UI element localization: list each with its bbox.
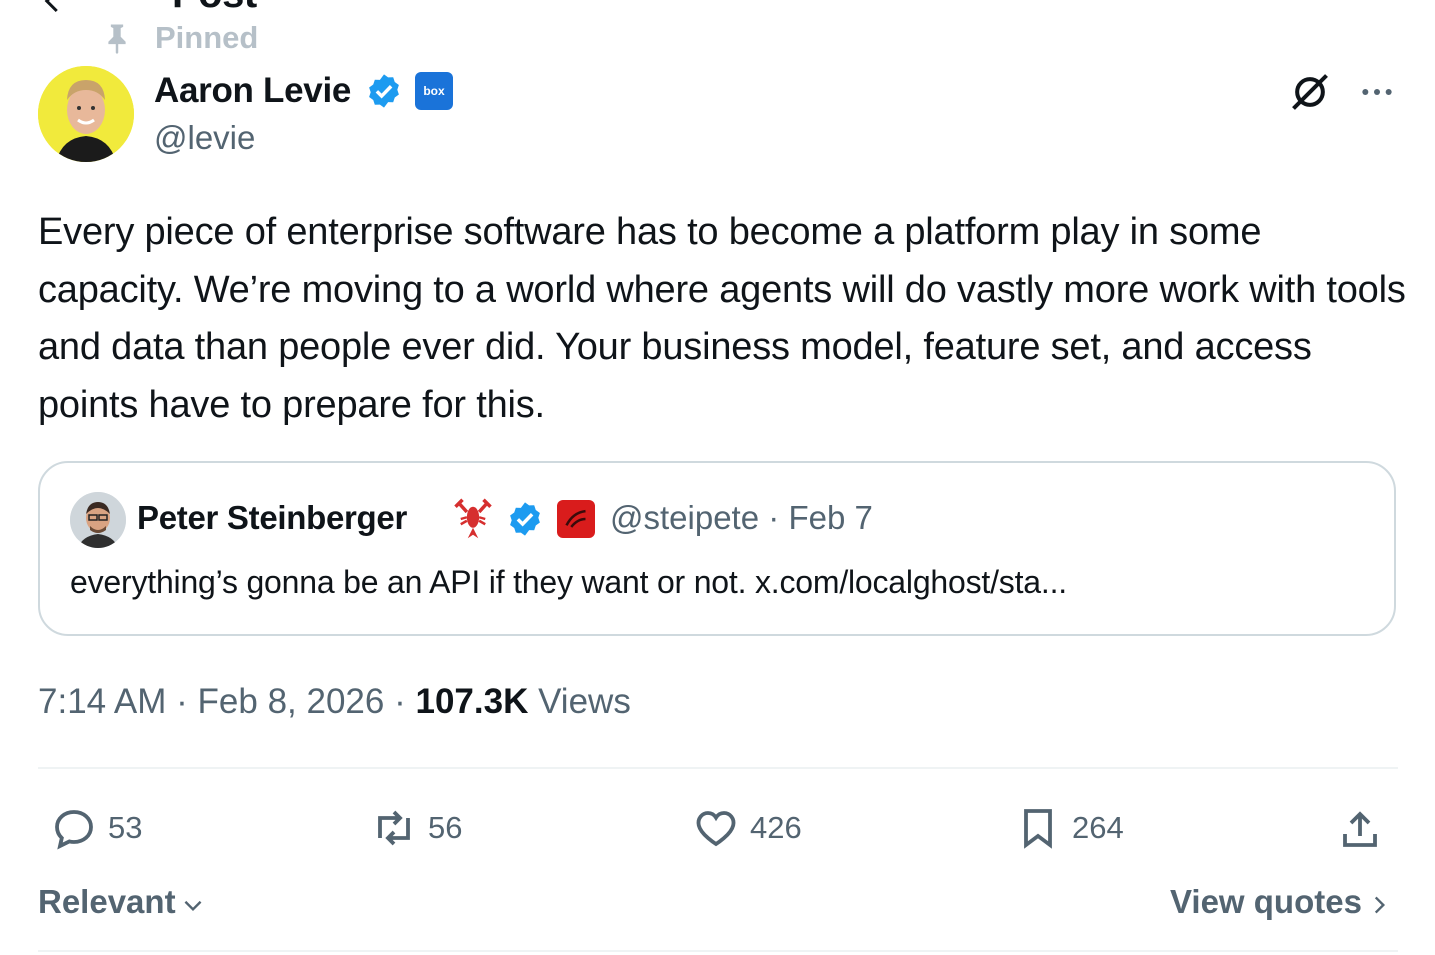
views-label: Views bbox=[538, 682, 631, 721]
author-handle[interactable]: @levie bbox=[154, 119, 255, 156]
quote-author-avatar[interactable] bbox=[70, 492, 126, 548]
verified-icon bbox=[369, 74, 399, 108]
repost-icon bbox=[378, 810, 410, 846]
divider bbox=[38, 767, 1398, 769]
like-icon bbox=[696, 811, 736, 847]
repost-count: 56 bbox=[428, 810, 463, 845]
chevron-down-icon bbox=[184, 901, 201, 912]
share-icon bbox=[1343, 811, 1377, 847]
divider bbox=[38, 950, 1398, 952]
separator: · bbox=[176, 682, 188, 721]
bookmark-button[interactable]: 264 bbox=[1014, 800, 1124, 856]
quote-text: everything’s gonna be an API if they wan… bbox=[70, 564, 1067, 600]
tweet-time[interactable]: 7:14 AM bbox=[38, 682, 166, 721]
bookmark-count: 264 bbox=[1072, 810, 1124, 845]
quote-meta: @steipete · Feb 7 bbox=[610, 499, 873, 536]
like-button[interactable]: 426 bbox=[692, 800, 802, 856]
page-title: Post bbox=[172, 0, 257, 14]
separator: · bbox=[768, 499, 780, 536]
repost-button[interactable]: 56 bbox=[370, 800, 462, 856]
sort-label: Relevant bbox=[38, 883, 176, 920]
reply-button[interactable]: 53 bbox=[50, 800, 142, 856]
sort-dropdown[interactable]: Relevant bbox=[38, 883, 206, 920]
more-icon[interactable] bbox=[1355, 72, 1399, 112]
reply-count: 53 bbox=[108, 810, 143, 845]
affiliate-badge[interactable]: box bbox=[415, 72, 453, 110]
tweet-text: Every piece of enterprise software has t… bbox=[38, 211, 1406, 426]
views-count: 107.3K bbox=[415, 682, 529, 721]
view-quotes-label: View quotes bbox=[1170, 883, 1362, 920]
quote-date[interactable]: Feb 7 bbox=[788, 499, 872, 536]
separator: · bbox=[394, 682, 406, 721]
quote-author-handle[interactable]: @steipete bbox=[610, 499, 759, 536]
tweet-meta: 7:14 AM · Feb 8, 2026 · 107.3K Views bbox=[38, 682, 631, 722]
share-button[interactable] bbox=[1336, 802, 1394, 858]
reply-icon bbox=[55, 810, 93, 850]
bookmark-icon bbox=[1024, 809, 1052, 849]
back-arrow-icon[interactable] bbox=[38, 0, 68, 16]
quote-author-name[interactable]: Peter Steinberger bbox=[137, 499, 407, 536]
pin-icon bbox=[108, 24, 126, 54]
quote-affiliate-badge[interactable] bbox=[557, 500, 595, 538]
chevron-right-icon bbox=[1374, 896, 1385, 914]
author-avatar[interactable] bbox=[38, 66, 134, 162]
tweet-date[interactable]: Feb 8, 2026 bbox=[198, 682, 385, 721]
grok-icon[interactable] bbox=[1288, 70, 1332, 114]
like-count: 426 bbox=[750, 810, 802, 845]
quote-card[interactable] bbox=[38, 461, 1396, 636]
verified-icon bbox=[510, 502, 540, 536]
lobster-icon bbox=[454, 498, 492, 539]
author-name[interactable]: Aaron Levie bbox=[154, 71, 351, 111]
view-quotes-link[interactable]: View quotes bbox=[1170, 883, 1392, 920]
pinned-label: Pinned bbox=[155, 20, 259, 55]
